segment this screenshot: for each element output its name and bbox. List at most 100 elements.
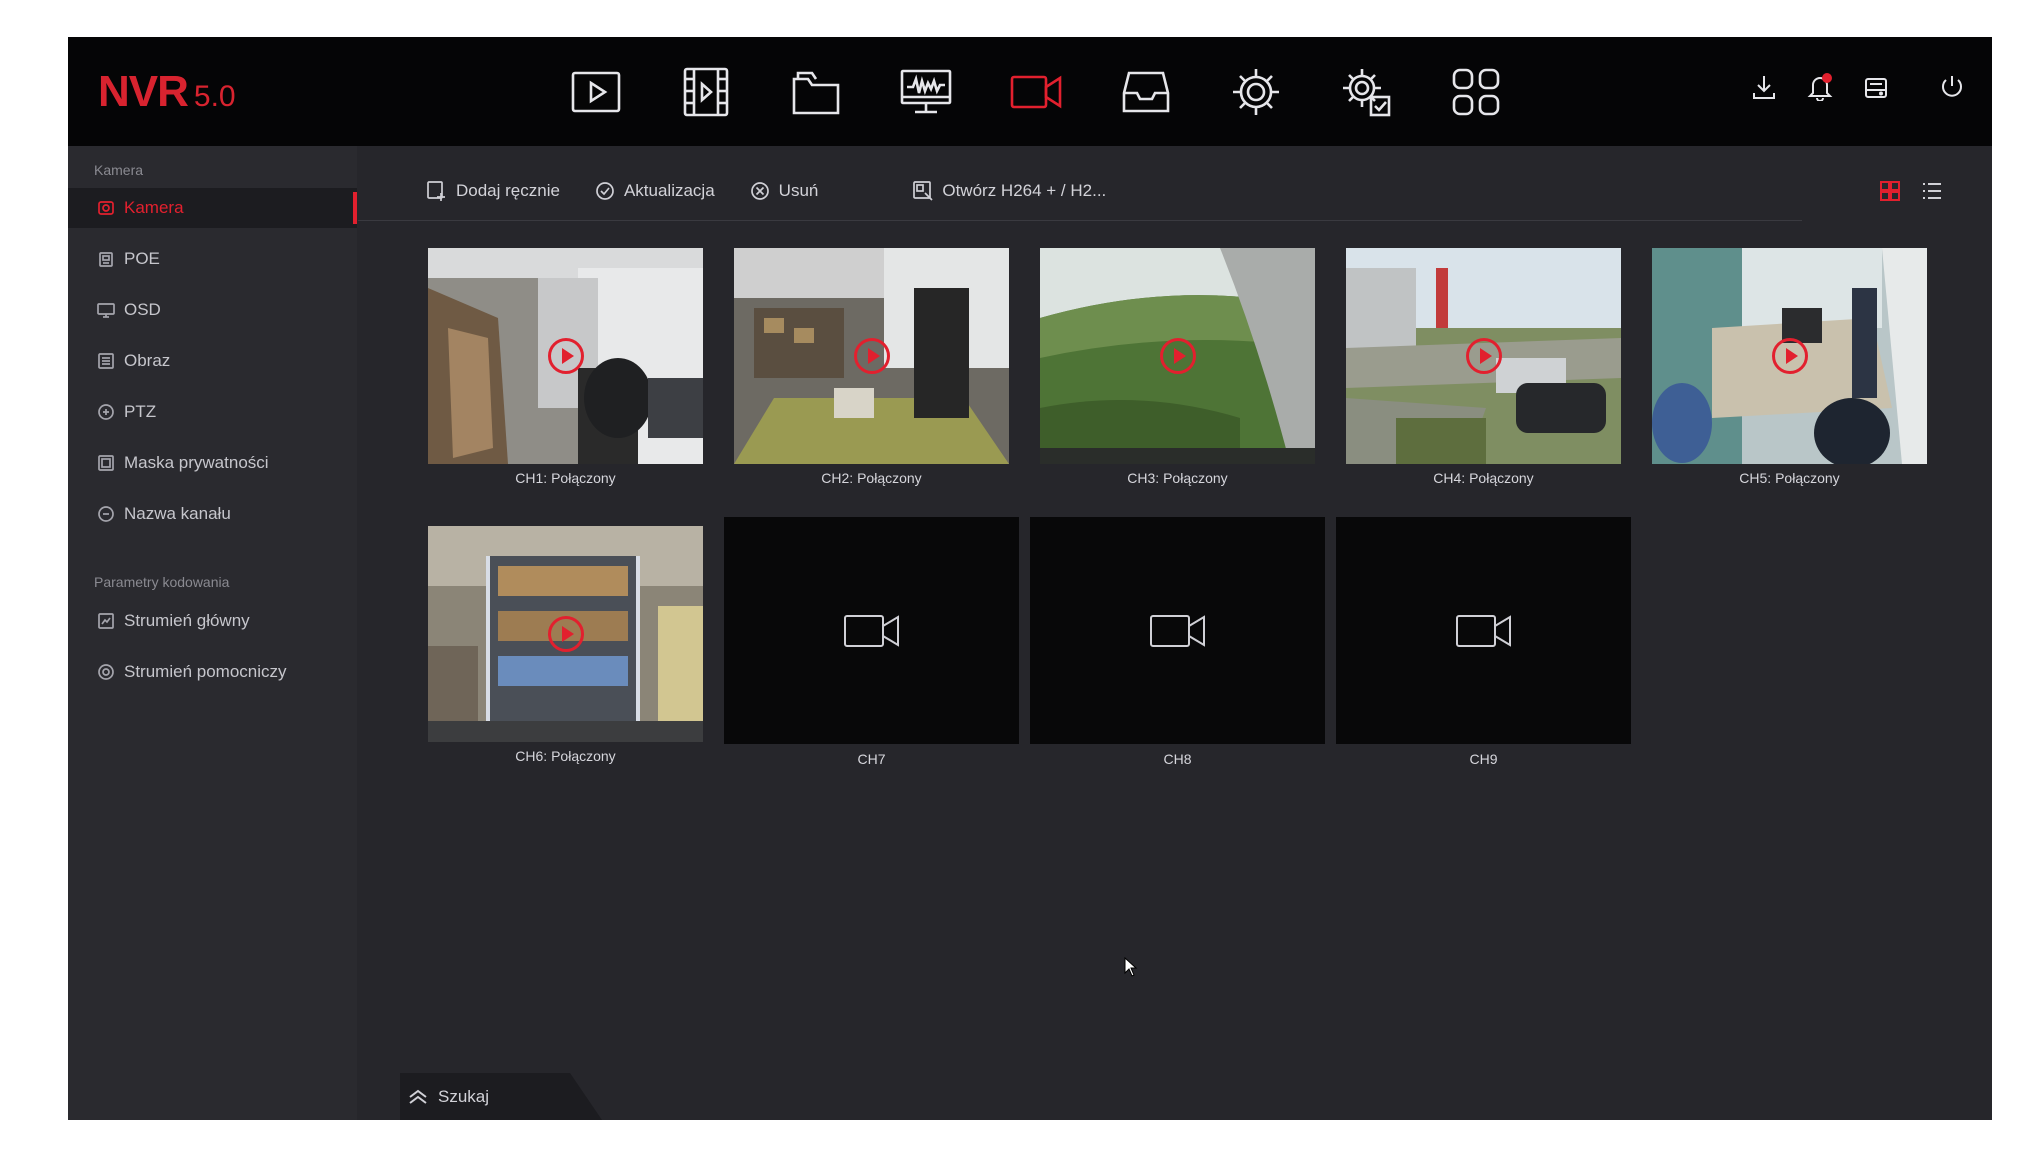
sidebar-item-label: Strumień pomocniczy xyxy=(124,662,287,681)
nvr-app: NVR 5.0 Kamera Kamera POE OSD Obraz PTZ … xyxy=(68,37,1992,1120)
sidebar: Kamera Kamera POE OSD Obraz PTZ Maska pr… xyxy=(68,146,357,1120)
apps-grid-icon xyxy=(1452,68,1500,116)
nav-video[interactable] xyxy=(670,61,742,123)
logo-text: NVR xyxy=(98,67,189,116)
nav-settings[interactable] xyxy=(1220,61,1292,123)
channel-tile-ch7[interactable] xyxy=(724,517,1019,744)
power-icon xyxy=(1942,76,1962,97)
nav-playback[interactable] xyxy=(560,61,632,123)
logo: NVR 5.0 xyxy=(98,67,236,117)
sub-stream-icon xyxy=(96,662,116,682)
update-icon xyxy=(596,182,614,200)
hdd-icon xyxy=(1865,78,1887,98)
chevron-up-double-icon xyxy=(409,1089,427,1104)
channel-caption: CH9 xyxy=(1469,751,1498,767)
camera-thumbnail xyxy=(1040,248,1315,464)
update-button[interactable]: Aktualizacja xyxy=(594,180,715,202)
camera-thumbnail xyxy=(428,526,703,742)
sidebar-item-label: Strumień główny xyxy=(124,611,250,630)
channel-caption: CH2: Połączony xyxy=(821,470,922,486)
add-manual-label: Dodaj ręcznie xyxy=(456,181,560,200)
sidebar-item-kamera[interactable]: Kamera xyxy=(68,188,357,228)
delete-icon xyxy=(750,182,769,200)
camera-thumbnail xyxy=(1652,248,1927,464)
mouse-cursor-icon xyxy=(1124,957,1138,977)
play-icon xyxy=(1465,338,1502,374)
download-button[interactable] xyxy=(1750,73,1784,107)
play-icon xyxy=(1159,338,1196,374)
alarm-badge xyxy=(1822,73,1832,83)
play-icon xyxy=(1771,338,1808,374)
open-h264-button[interactable]: Otwórz H264 + / H2... xyxy=(912,180,1106,202)
logo-version: 5.0 xyxy=(193,80,236,113)
sidebar-item-sub-stream[interactable]: Strumień pomocniczy xyxy=(68,652,357,692)
alarm-button[interactable] xyxy=(1806,73,1840,107)
update-label: Aktualizacja xyxy=(623,181,715,200)
camera-outline-icon xyxy=(1149,614,1205,647)
camera-outline-icon xyxy=(843,614,899,647)
sidebar-item-obraz[interactable]: Obraz xyxy=(68,341,357,381)
nav-camera[interactable] xyxy=(1000,61,1072,123)
delete-label: Usuń xyxy=(778,181,819,200)
top-right-icons xyxy=(1750,73,1972,107)
video-film-icon xyxy=(683,67,729,117)
sidebar-item-maska[interactable]: Maska prywatności xyxy=(68,443,357,483)
storage-tray-icon xyxy=(1122,71,1170,113)
advanced-settings-icon xyxy=(1343,69,1391,117)
list-view-button[interactable] xyxy=(1920,179,1946,205)
settings-gear-icon xyxy=(1233,69,1279,115)
poe-icon xyxy=(96,249,116,269)
ptz-icon xyxy=(96,402,116,422)
sidebar-section-title: Kamera xyxy=(94,162,144,178)
codec-icon xyxy=(913,181,933,201)
sidebar-item-osd[interactable]: OSD xyxy=(68,290,357,330)
download-icon xyxy=(1753,76,1775,99)
search-tab[interactable]: Szukaj xyxy=(400,1073,602,1120)
camera-thumbnail xyxy=(734,248,1009,464)
channel-caption: CH1: Połączony xyxy=(515,470,616,486)
osd-monitor-icon xyxy=(96,300,116,320)
add-manual-button[interactable]: Dodaj ręcznie xyxy=(426,180,560,202)
play-icon xyxy=(547,616,584,652)
toolbar-divider xyxy=(358,220,1802,221)
nav-monitor[interactable] xyxy=(890,61,962,123)
nav-advanced[interactable] xyxy=(1330,61,1402,123)
grid-view-button[interactable] xyxy=(1878,179,1904,205)
power-button[interactable] xyxy=(1938,73,1972,107)
top-bar: NVR 5.0 xyxy=(68,37,1992,146)
sidebar-section-title: Parametry kodowania xyxy=(94,574,230,590)
nav-apps[interactable] xyxy=(1440,61,1512,123)
add-manual-icon xyxy=(427,181,445,201)
nav-files[interactable] xyxy=(780,61,852,123)
channel-tile-ch9[interactable] xyxy=(1336,517,1631,744)
sidebar-item-ptz[interactable]: PTZ xyxy=(68,392,357,432)
sidebar-item-label: Kamera xyxy=(124,198,184,217)
monitor-waveform-icon xyxy=(900,69,952,114)
camera-small-icon xyxy=(96,198,116,218)
main-nav xyxy=(560,61,1512,123)
camera-thumbnail xyxy=(428,248,703,464)
channel-caption: CH8 xyxy=(1163,751,1192,767)
channel-caption: CH5: Połączony xyxy=(1739,470,1840,486)
channel-tile-ch8[interactable] xyxy=(1030,517,1325,744)
channel-caption: CH6: Połączony xyxy=(515,748,616,764)
sidebar-item-nazwa-kanalu[interactable]: Nazwa kanału xyxy=(68,494,357,534)
nav-storage[interactable] xyxy=(1110,61,1182,123)
delete-button[interactable]: Usuń xyxy=(749,180,819,202)
image-doc-icon xyxy=(96,351,116,371)
sidebar-item-main-stream[interactable]: Strumień główny xyxy=(68,601,357,641)
sidebar-item-poe[interactable]: POE xyxy=(68,239,357,279)
hdd-button[interactable] xyxy=(1862,73,1896,107)
playback-icon xyxy=(571,71,621,113)
main-stream-icon xyxy=(96,611,116,631)
play-icon xyxy=(547,338,584,374)
sidebar-item-label: Nazwa kanału xyxy=(124,504,231,523)
open-h264-label: Otwórz H264 + / H2... xyxy=(942,181,1107,200)
sidebar-item-label: OSD xyxy=(124,300,161,319)
camera-toolbar: Dodaj ręcznie Aktualizacja Usuń Otwórz H… xyxy=(426,171,1140,211)
channel-caption: CH7 xyxy=(857,751,886,767)
list-view-icon xyxy=(1923,183,1941,199)
grid-view-icon xyxy=(1880,181,1900,201)
camera-icon xyxy=(1010,75,1062,109)
sidebar-item-label: Maska prywatności xyxy=(124,453,269,472)
